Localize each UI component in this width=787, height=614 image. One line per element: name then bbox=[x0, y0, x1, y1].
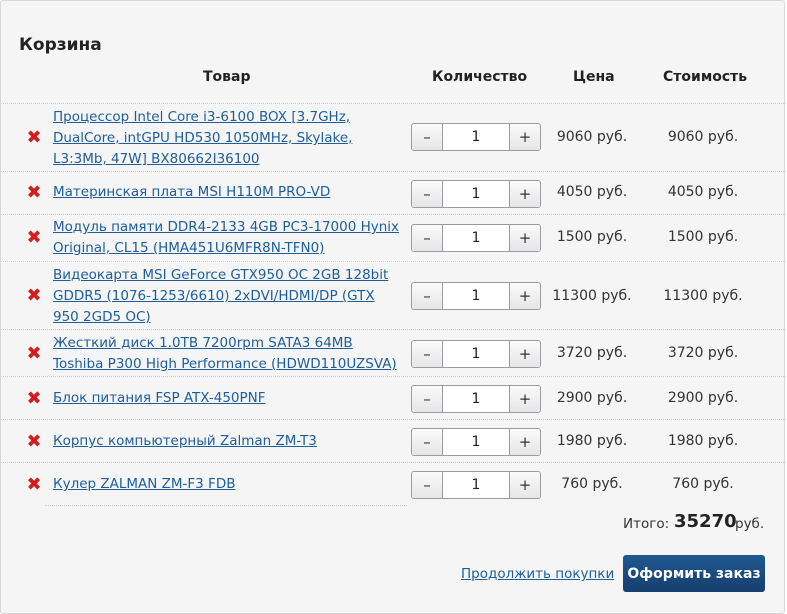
continue-shopping-link[interactable]: Продолжить покупки bbox=[461, 566, 614, 582]
product-link[interactable]: Материнская плата MSI H110M PRO-VD bbox=[53, 182, 403, 203]
total-label: Итого: bbox=[623, 516, 670, 532]
increase-qty-button[interactable]: + bbox=[509, 225, 540, 251]
quantity-stepper: – 1 + bbox=[411, 471, 541, 499]
cart-row: ✖ Кулер ZALMAN ZM-F3 FDB – 1 + 760 руб. … bbox=[1, 462, 787, 506]
qty-input[interactable]: 1 bbox=[443, 124, 509, 150]
column-header-price: Цена bbox=[573, 69, 615, 85]
qty-input[interactable]: 1 bbox=[443, 386, 509, 412]
quantity-stepper: – 1 + bbox=[411, 123, 541, 151]
cart-row: ✖ Блок питания FSP ATX-450PNF – 1 + 2900… bbox=[1, 376, 787, 420]
decrease-qty-button[interactable]: – bbox=[412, 181, 443, 207]
qty-input[interactable]: 1 bbox=[443, 181, 509, 207]
quantity-stepper: – 1 + bbox=[411, 180, 541, 208]
decrease-qty-button[interactable]: – bbox=[412, 225, 443, 251]
item-price: 760 руб. bbox=[561, 476, 623, 492]
qty-input[interactable]: 1 bbox=[443, 225, 509, 251]
remove-icon[interactable]: ✖ bbox=[25, 184, 43, 202]
increase-qty-button[interactable]: + bbox=[509, 472, 540, 498]
qty-input[interactable]: 1 bbox=[443, 341, 509, 367]
page-title: Корзина bbox=[19, 35, 102, 55]
item-cost: 3720 руб. bbox=[667, 345, 739, 361]
remove-icon[interactable]: ✖ bbox=[25, 129, 43, 147]
decrease-qty-button[interactable]: – bbox=[412, 283, 443, 309]
cart-row: ✖ Процессор Intel Core i3-6100 BOX [3.7G… bbox=[1, 103, 787, 172]
qty-input[interactable]: 1 bbox=[443, 472, 509, 498]
item-price: 4050 руб. bbox=[556, 184, 628, 200]
item-cost: 9060 руб. bbox=[667, 129, 739, 145]
item-cost: 11300 руб. bbox=[663, 288, 743, 304]
decrease-qty-button[interactable]: – bbox=[412, 429, 443, 455]
item-cost: 4050 руб. bbox=[667, 184, 739, 200]
column-header-cost: Стоимость bbox=[663, 69, 748, 85]
item-cost: 2900 руб. bbox=[667, 390, 739, 406]
total-value: 35270 bbox=[674, 511, 737, 532]
qty-input[interactable]: 1 bbox=[443, 429, 509, 455]
cart-panel: Корзина Товар Количество Цена Стоимость … bbox=[0, 0, 787, 614]
quantity-stepper: – 1 + bbox=[411, 340, 541, 368]
product-link[interactable]: Корпус компьютерный Zalman ZM-T3 bbox=[53, 431, 403, 452]
item-price: 3720 руб. bbox=[556, 345, 628, 361]
item-price: 9060 руб. bbox=[556, 129, 628, 145]
decrease-qty-button[interactable]: – bbox=[412, 341, 443, 367]
item-price: 1980 руб. bbox=[556, 433, 628, 449]
item-price: 11300 руб. bbox=[552, 288, 632, 304]
item-cost: 1980 руб. bbox=[667, 433, 739, 449]
remove-icon[interactable]: ✖ bbox=[25, 390, 43, 408]
product-link[interactable]: Жесткий диск 1.0TB 7200rpm SATA3 64MB To… bbox=[53, 333, 403, 375]
item-price: 2900 руб. bbox=[556, 390, 628, 406]
product-link[interactable]: Процессор Intel Core i3-6100 BOX [3.7GHz… bbox=[53, 107, 403, 170]
total-currency: руб. bbox=[735, 516, 765, 532]
quantity-stepper: – 1 + bbox=[411, 385, 541, 413]
decrease-qty-button[interactable]: – bbox=[412, 386, 443, 412]
qty-input[interactable]: 1 bbox=[443, 283, 509, 309]
increase-qty-button[interactable]: + bbox=[509, 386, 540, 412]
increase-qty-button[interactable]: + bbox=[509, 429, 540, 455]
product-link[interactable]: Кулер ZALMAN ZM-F3 FDB bbox=[53, 474, 403, 495]
item-cost: 1500 руб. bbox=[667, 229, 739, 245]
remove-icon[interactable]: ✖ bbox=[25, 476, 43, 494]
checkout-button[interactable]: Оформить заказ bbox=[623, 555, 765, 592]
decrease-qty-button[interactable]: – bbox=[412, 472, 443, 498]
product-link[interactable]: Блок питания FSP ATX-450PNF bbox=[53, 388, 403, 409]
increase-qty-button[interactable]: + bbox=[509, 283, 540, 309]
product-link[interactable]: Видеокарта MSI GeForce GTX950 OC 2GB 128… bbox=[53, 265, 403, 328]
column-header-product: Товар bbox=[203, 69, 251, 85]
cart-row: ✖ Материнская плата MSI H110M PRO-VD – 1… bbox=[1, 171, 787, 215]
remove-icon[interactable]: ✖ bbox=[25, 345, 43, 363]
remove-icon[interactable]: ✖ bbox=[25, 287, 43, 305]
increase-qty-button[interactable]: + bbox=[509, 341, 540, 367]
cart-row: ✖ Корпус компьютерный Zalman ZM-T3 – 1 +… bbox=[1, 419, 787, 463]
cart-row: ✖ Модуль памяти DDR4-2133 4GB PC3-17000 … bbox=[1, 214, 787, 262]
increase-qty-button[interactable]: + bbox=[509, 181, 540, 207]
item-cost: 760 руб. bbox=[672, 476, 734, 492]
quantity-stepper: – 1 + bbox=[411, 224, 541, 252]
item-price: 1500 руб. bbox=[556, 229, 628, 245]
column-header-qty: Количество bbox=[432, 69, 528, 85]
remove-icon[interactable]: ✖ bbox=[25, 433, 43, 451]
quantity-stepper: – 1 + bbox=[411, 428, 541, 456]
remove-icon[interactable]: ✖ bbox=[25, 229, 43, 247]
product-link[interactable]: Модуль памяти DDR4-2133 4GB PC3-17000 Hy… bbox=[53, 217, 403, 259]
increase-qty-button[interactable]: + bbox=[509, 124, 540, 150]
cart-row: ✖ Видеокарта MSI GeForce GTX950 OC 2GB 1… bbox=[1, 261, 787, 330]
table-divider bbox=[45, 505, 407, 506]
quantity-stepper: – 1 + bbox=[411, 282, 541, 310]
decrease-qty-button[interactable]: – bbox=[412, 124, 443, 150]
cart-row: ✖ Жесткий диск 1.0TB 7200rpm SATA3 64MB … bbox=[1, 329, 787, 377]
